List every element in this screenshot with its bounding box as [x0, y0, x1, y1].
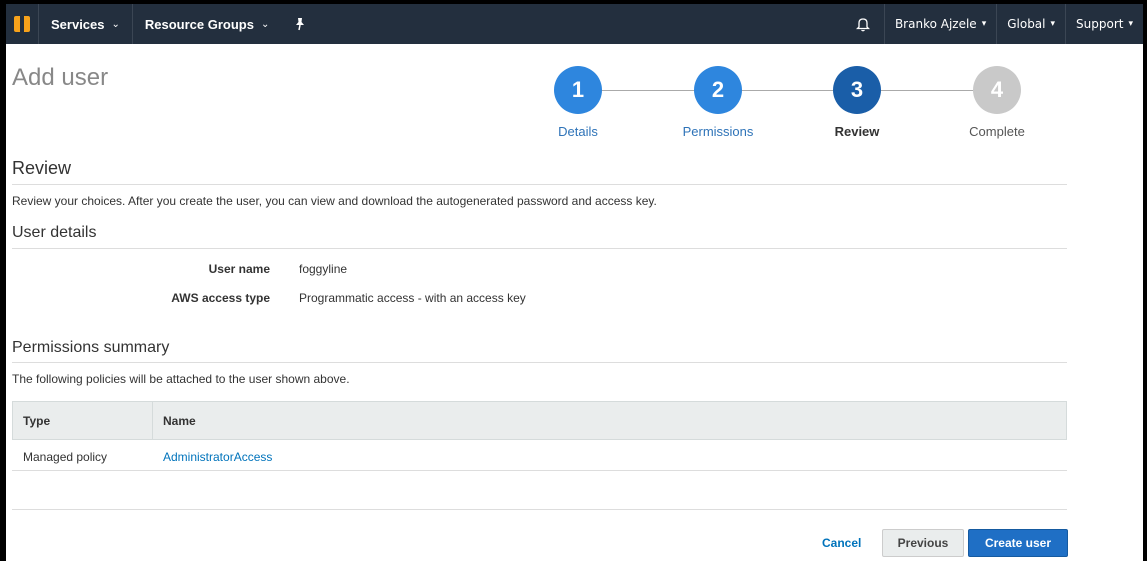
resource-groups-menu[interactable]: Resource Groups ⌄ — [131, 4, 281, 44]
divider — [12, 184, 1067, 185]
step-review: 3 Review — [812, 66, 902, 139]
step-label: Complete — [969, 124, 1025, 139]
caret-down-icon: ▾ — [981, 19, 987, 29]
resource-groups-label: Resource Groups — [144, 16, 254, 32]
support-menu[interactable]: Support ▾ — [1065, 4, 1143, 44]
permissions-summary-heading: Permissions summary — [12, 339, 170, 356]
column-header-type[interactable]: Type — [23, 414, 50, 428]
chevron-down-icon: ⌄ — [111, 18, 120, 30]
step-number: 2 — [694, 66, 742, 114]
caret-down-icon: ▾ — [1128, 19, 1133, 29]
user-menu[interactable]: Branko Ajzele ▾ — [883, 4, 996, 44]
services-label: Services — [51, 16, 105, 32]
step-label: Permissions — [682, 124, 754, 139]
column-divider — [152, 402, 153, 440]
permissions-description: The following policies will be attached … — [12, 372, 350, 386]
policy-type-cell: Managed policy — [23, 450, 108, 464]
step-label: Details — [558, 124, 598, 139]
support-label: Support — [1076, 17, 1124, 31]
step-number: 3 — [833, 66, 881, 114]
footer-divider — [12, 509, 1067, 510]
step-number: 1 — [554, 66, 602, 114]
user-name-value: foggyline — [299, 262, 348, 276]
wizard-steps: 1 Details 2 Permissions 3 Review 4 Compl… — [540, 66, 1050, 146]
divider — [12, 362, 1067, 363]
review-description: Review your choices. After you create th… — [12, 194, 657, 208]
page-title: Add user — [12, 64, 109, 91]
access-type-label: AWS access type — [171, 291, 270, 305]
user-name: Branko Ajzele — [894, 17, 977, 31]
divider — [12, 248, 1067, 249]
region-label: Global — [1007, 17, 1046, 31]
user-details-heading: User details — [12, 224, 97, 241]
step-number: 4 — [973, 66, 1021, 114]
bell-icon[interactable] — [842, 4, 884, 44]
previous-button[interactable]: Previous — [882, 529, 964, 557]
table-row-divider — [12, 470, 1067, 471]
review-heading: Review — [12, 158, 72, 178]
steps-connector — [578, 90, 1008, 91]
access-type-value: Programmatic access - with an access key — [299, 291, 526, 305]
column-header-name[interactable]: Name — [163, 414, 196, 428]
chevron-down-icon: ⌄ — [260, 18, 270, 30]
caret-down-icon: ▾ — [1050, 19, 1056, 29]
top-nav-bar: Services ⌄ Resource Groups ⌄ Branko Ajze… — [6, 4, 1143, 44]
create-user-button[interactable]: Create user — [968, 529, 1068, 557]
step-permissions[interactable]: 2 Permissions — [673, 66, 763, 139]
pin-icon[interactable] — [281, 4, 319, 44]
policy-name-link[interactable]: AdministratorAccess — [163, 450, 272, 464]
aws-logo-icon[interactable] — [6, 4, 38, 44]
user-name-label: User name — [208, 262, 270, 276]
step-details[interactable]: 1 Details — [533, 66, 623, 139]
cancel-button[interactable]: Cancel — [812, 529, 871, 557]
region-menu[interactable]: Global ▾ — [996, 4, 1065, 44]
services-menu[interactable]: Services ⌄ — [38, 4, 132, 44]
step-label: Review — [834, 124, 880, 139]
step-complete: 4 Complete — [952, 66, 1042, 139]
